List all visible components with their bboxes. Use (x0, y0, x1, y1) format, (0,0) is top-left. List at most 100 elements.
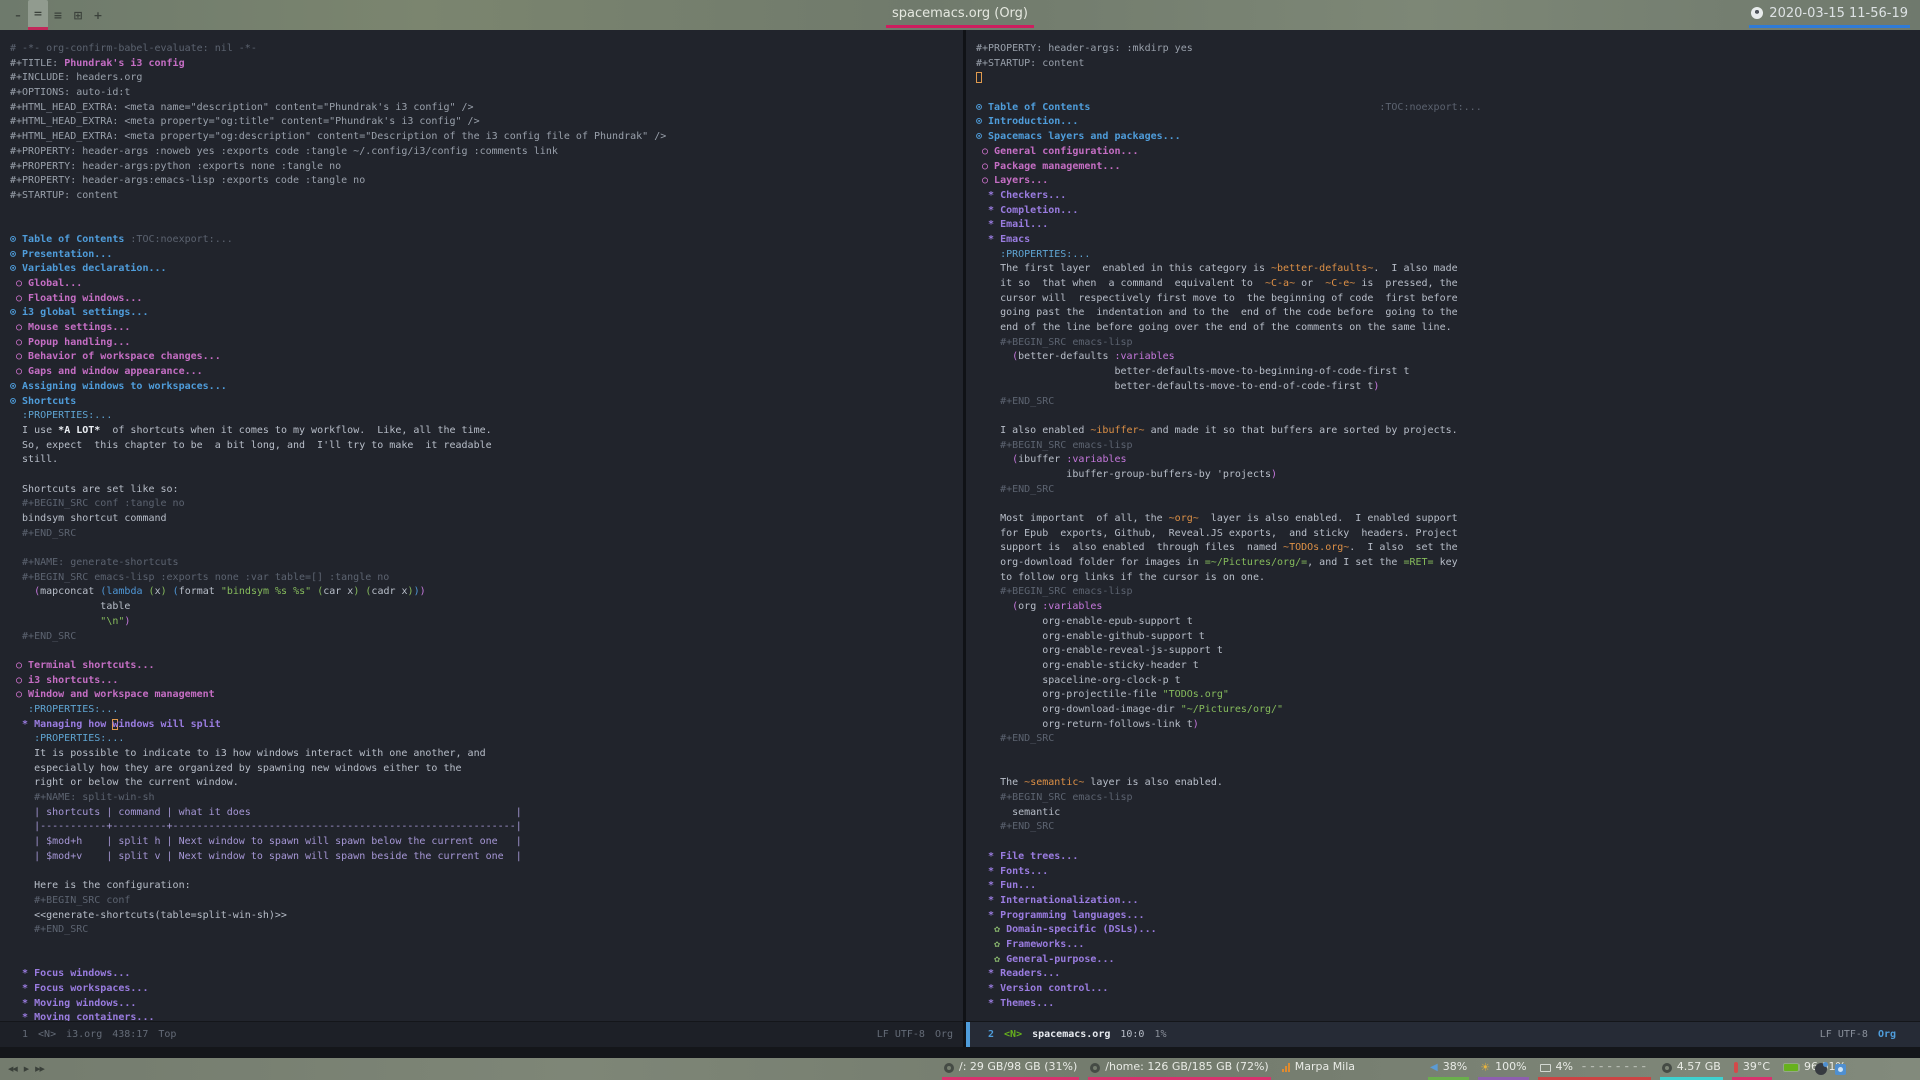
buffer-line: ○ Floating windows... (10, 292, 963, 307)
text-segment: semantic (976, 806, 1061, 818)
modeline-left: 1 <N> i3.org 438:17 Top LF UTF-8 Org (0, 1021, 963, 1047)
text-segment: org-enable-epub-support t (976, 615, 1193, 627)
text-segment: * Themes... (976, 997, 1055, 1009)
text-segment: cursor will respectively first move to t… (976, 292, 1458, 304)
buffer-line: * Fun... (976, 879, 1920, 894)
buffer-line: |-----------+---------+-----------------… (10, 820, 963, 835)
buffer-line: #+END_SRC (976, 483, 1920, 498)
module-temperature[interactable]: 39°C (1731, 1058, 1773, 1080)
previous-button[interactable]: ◀◀ (8, 1065, 18, 1073)
workspace-3[interactable]: ≡ (48, 0, 68, 30)
buffer-line: * Version control... (976, 982, 1920, 997)
buffer-line: ○ Mouse settings... (10, 321, 963, 336)
buffer-line: * Moving windows... (10, 997, 963, 1012)
buffer-line: ○ Behavior of workspace changes... (10, 350, 963, 365)
discord-tray-icon[interactable] (1815, 1062, 1828, 1075)
workspace-5[interactable]: + (88, 0, 108, 30)
buffer-line: So, expect this chapter to be a bit long… (10, 439, 963, 454)
text-segment: better-defaults (1018, 351, 1115, 363)
text-segment: indows will split (118, 718, 221, 730)
buffer-line: #+BEGIN_SRC conf (10, 894, 963, 909)
disk-home-value: /home: 126 GB/185 GB (72%) (1105, 1060, 1269, 1073)
system-tray (1815, 1058, 1846, 1080)
disk-home-icon (1090, 1062, 1101, 1073)
text-segment: org-enable-github-support t (976, 630, 1205, 642)
module-disk-home[interactable]: /home: 126 GB/185 GB (72%) (1088, 1058, 1271, 1080)
text-segment (976, 601, 1012, 612)
clock-datetime: 2020-03-15 11-56-19 (1769, 5, 1908, 21)
text-segment: to follow org links if the cursor is on … (976, 571, 1265, 583)
text-segment: org-download-image-dir (976, 703, 1181, 715)
buffer-line: * Programming languages... (976, 909, 1920, 924)
buffer-line: The ~semantic~ layer is also enabled. (976, 776, 1920, 791)
text-segment: car x (323, 586, 354, 598)
module-wifi[interactable]: Marpa Mila (1280, 1058, 1357, 1080)
text-segment: ibuffer (1018, 454, 1067, 466)
text-segment: :TOC:noexport:... (124, 233, 233, 245)
text-segment: ) (1192, 718, 1199, 730)
cpu-graph: – – – – – – – – (1581, 1062, 1647, 1071)
module-cpu[interactable]: 4% – – – – – – – – (1537, 1058, 1651, 1080)
buffer-line: :PROPERTIES:... (10, 732, 963, 747)
text-segment: ) (419, 586, 426, 598)
text-segment: * Moving windows... (10, 997, 137, 1009)
cpu-icon (1539, 1063, 1551, 1072)
text-segment: #+PROPERTY: header-args: :mkdirp yes (976, 43, 1193, 54)
buffer-line: right or below the current window. (10, 776, 963, 791)
text-segment: * Readers... (976, 968, 1061, 980)
module-memory[interactable]: 4.57 GB (1659, 1058, 1723, 1080)
cpu-value: 4% (1555, 1060, 1573, 1073)
network-tray-icon[interactable] (1835, 1063, 1846, 1075)
text-segment: * Completion... (976, 204, 1079, 216)
text-segment: org-enable-reveal-js-support t (976, 645, 1223, 657)
buffer-line (10, 644, 963, 659)
buffer-line: for Epub exports, Github, Reveal.JS expo… (976, 527, 1920, 542)
media-controls: ◀◀ ▶ ▶▶ (8, 1058, 45, 1080)
module-brightness[interactable]: ☀ 100% (1478, 1058, 1529, 1080)
text-segment: ○ Behavior of workspace changes... (10, 351, 221, 363)
buffer-line (976, 86, 1920, 101)
buffer-line: ○ i3 shortcuts... (10, 674, 963, 689)
buffer-spacemacs-org[interactable]: #+PROPERTY: header-args: :mkdirp yes #+ST… (966, 30, 1920, 1022)
workspace-1[interactable]: – (8, 0, 28, 30)
text-segment: #+HTML_HEAD_EXTRA: <meta name="descripti… (10, 101, 474, 113)
text-segment: org-return-follows-link t (976, 718, 1193, 730)
text-segment: mapconcat (40, 586, 101, 598)
buffer-line: (org :variables (976, 600, 1920, 615)
emacs-frame: # -*- org-confirm-babel-evaluate: nil -*… (0, 30, 1920, 1047)
text-segment: #+HTML_HEAD_EXTRA: <meta property="og:ti… (10, 116, 480, 128)
text-segment: * Emacs (976, 233, 1031, 245)
text-segment: #+BEGIN_SRC emacs-lisp (976, 439, 1133, 451)
window-spacemacs-org[interactable]: #+PROPERTY: header-args: :mkdirp yes #+ST… (966, 30, 1920, 1047)
text-segment: | shortcuts | command | what it does | (10, 806, 522, 818)
buffer-line: #+END_SRC (10, 630, 963, 645)
buffer-line (10, 865, 963, 880)
buffer-line (10, 541, 963, 556)
buffer-line: especially how they are organized by spa… (10, 762, 963, 777)
top-bar: – = ≡ ⊞ + spacemacs.org (Org) 2020-03-15 11-… (0, 0, 1920, 30)
module-volume[interactable]: ◀ 38% (1428, 1058, 1470, 1080)
text-segment: of shortcuts when it comes to my workflo… (100, 424, 492, 436)
buffer-line: #+END_SRC (10, 923, 963, 938)
text-segment: #+NAME: generate-shortcuts (10, 557, 179, 569)
text-segment: support is also enabled through files na… (976, 542, 1284, 554)
text-segment: *A LOT* (58, 424, 101, 436)
play-button[interactable]: ▶ (24, 1065, 29, 1073)
buffer-i3-org[interactable]: # -*- org-confirm-babel-evaluate: nil -*… (0, 30, 963, 1022)
workspace-4[interactable]: ⊞ (68, 0, 88, 30)
text-segment: ~C-e~ (1325, 278, 1356, 289)
buffer-line: #+TITLE: Phundrak's i3 config (10, 57, 963, 72)
buffer-line (10, 468, 963, 483)
buffer-line: #+PROPERTY: header-args:python :exports … (10, 160, 963, 175)
next-button[interactable]: ▶▶ (35, 1065, 45, 1073)
buffer-line: #+BEGIN_SRC emacs-lisp (976, 439, 1920, 454)
text-segment: Frameworks... (1006, 938, 1085, 950)
text-segment: * Focus windows... (10, 968, 131, 980)
module-disk-root[interactable]: /: 29 GB/98 GB (31%) (941, 1058, 1080, 1080)
window-i3-org[interactable]: # -*- org-confirm-babel-evaluate: nil -*… (0, 30, 963, 1047)
buffer-line: org-return-follows-link t) (976, 718, 1920, 733)
text-segment: * Version control... (976, 983, 1109, 994)
text-segment: #+END_SRC (10, 527, 77, 539)
workspace-2[interactable]: = (28, 0, 48, 30)
clock-module[interactable]: 2020-03-15 11-56-19 (1749, 0, 1910, 30)
